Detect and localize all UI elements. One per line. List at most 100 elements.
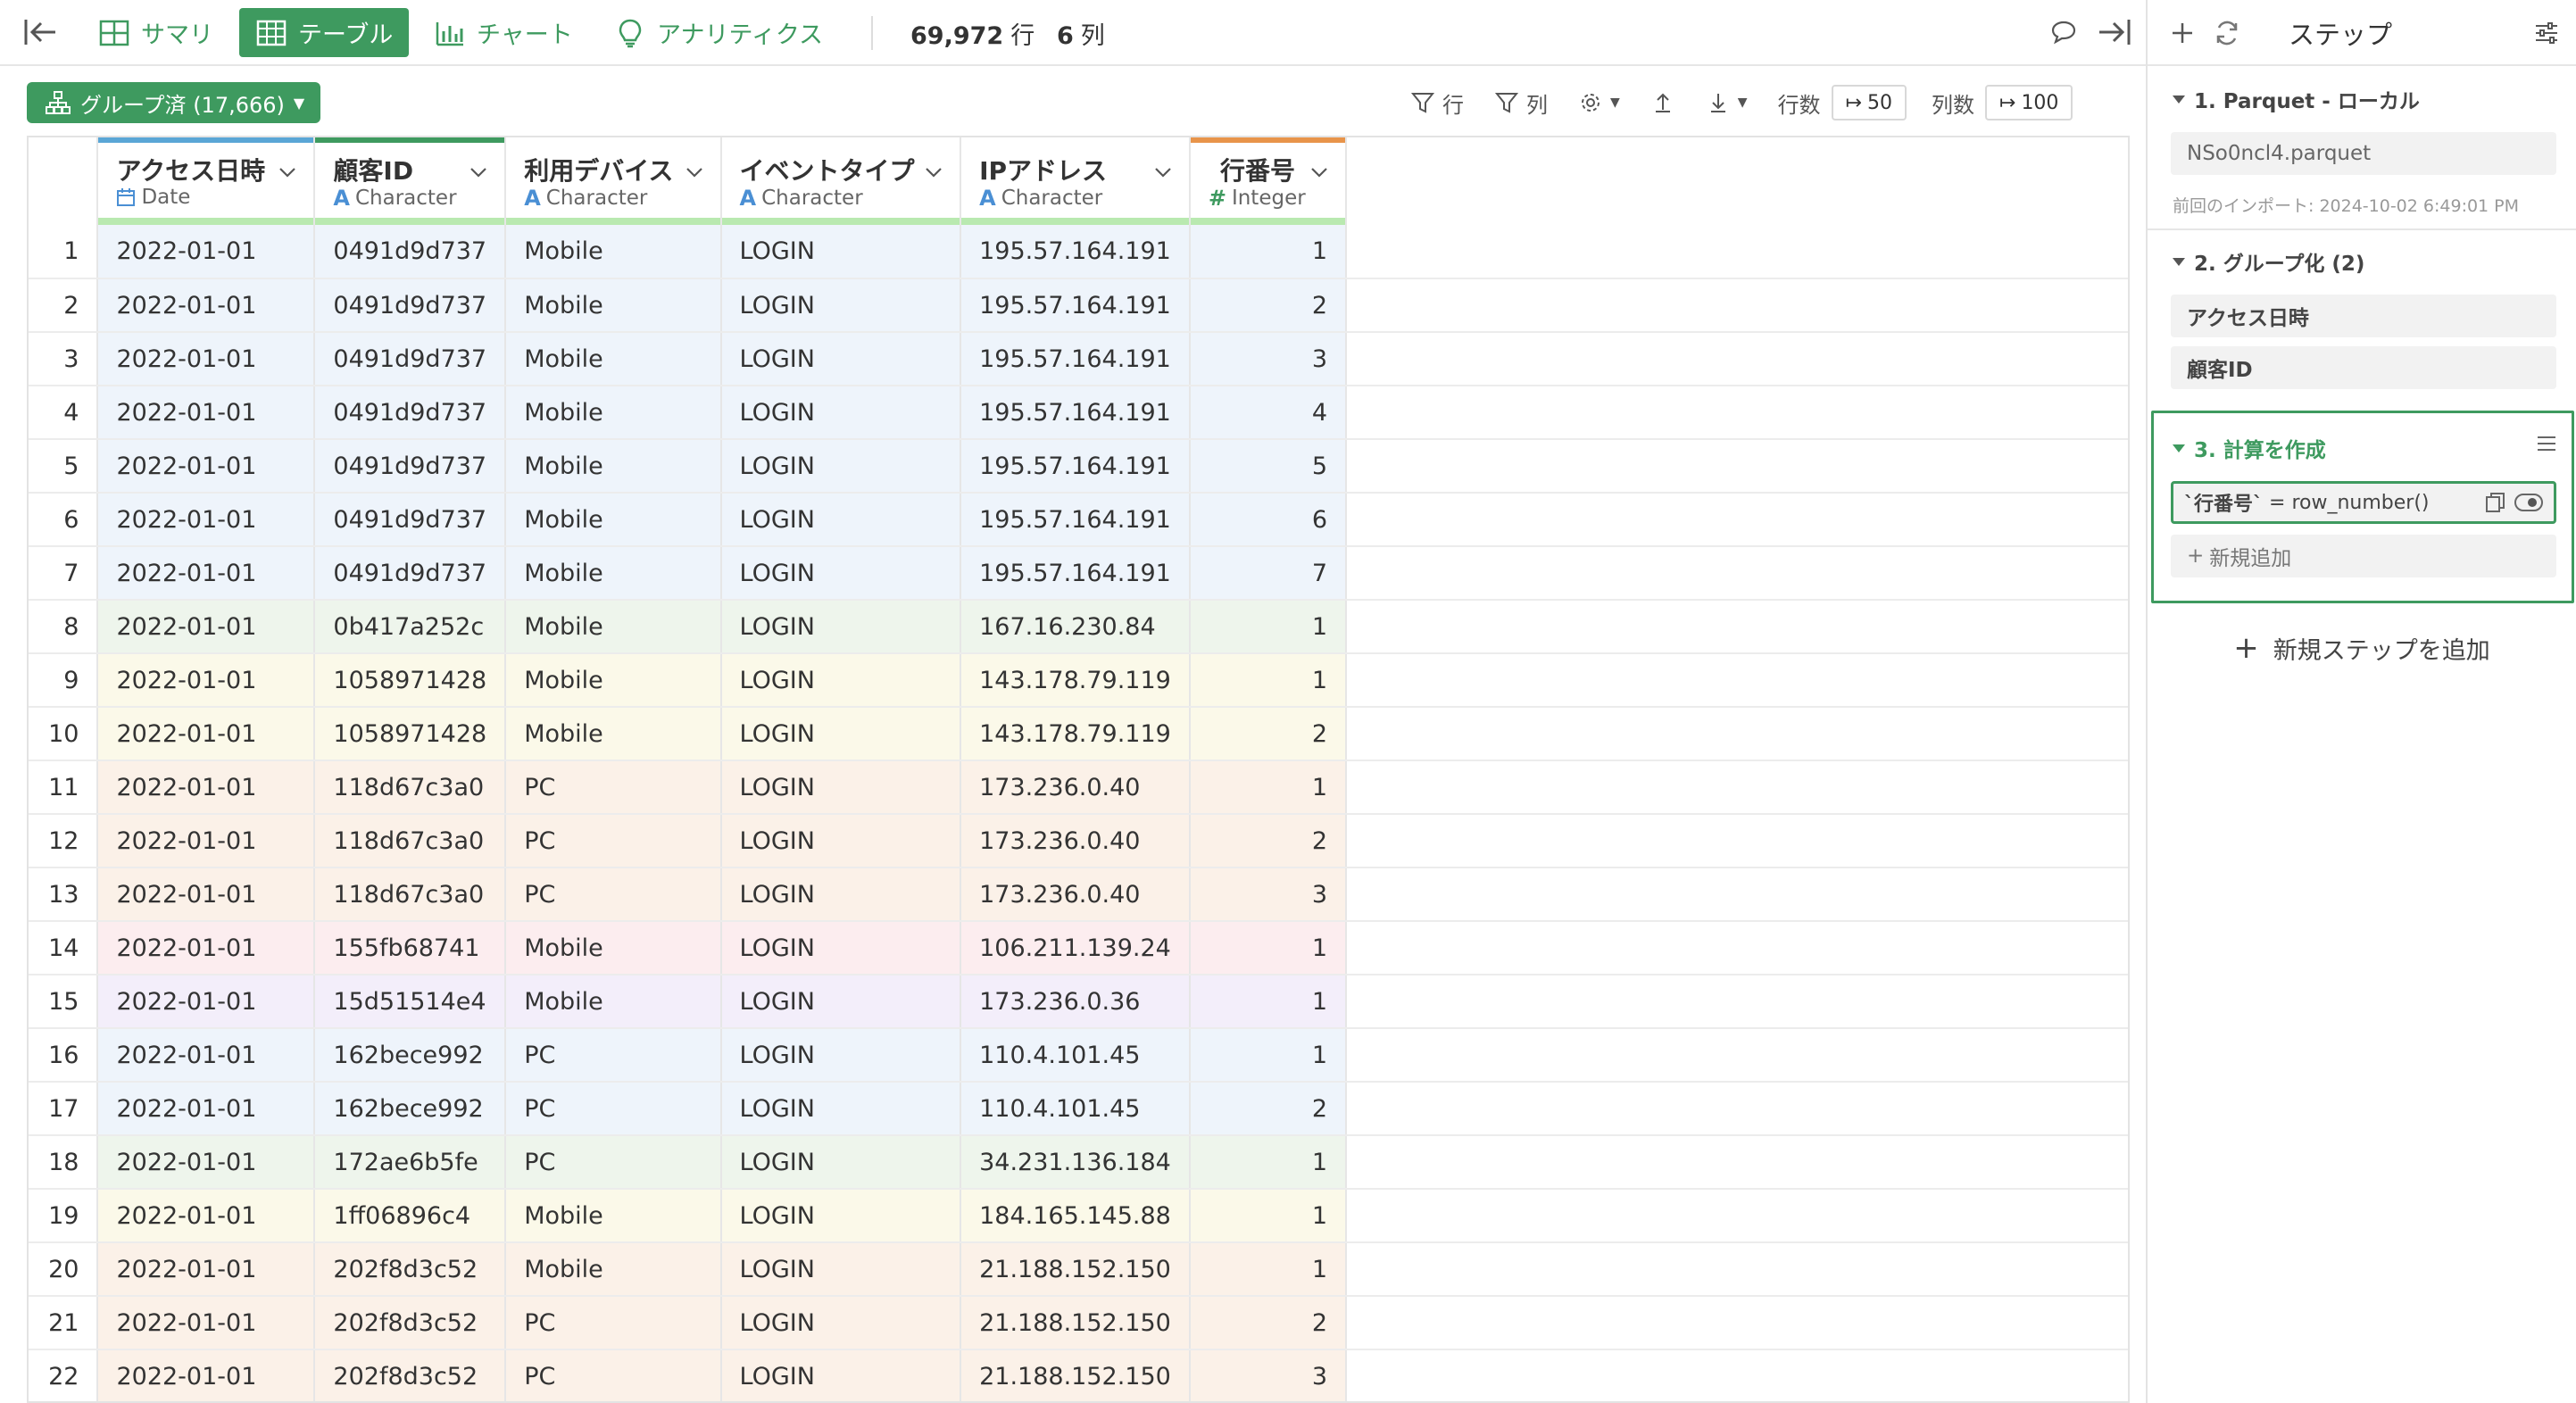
columns-limit-input[interactable]: ↦ 100 <box>1985 85 2073 120</box>
table-cell[interactable]: 21.188.152.150 <box>960 1242 1191 1297</box>
table-row[interactable]: 9 2022-01-01 1058971428 Mobile LOGIN 143.178.… <box>29 653 2128 708</box>
table-cell[interactable]: 2022-01-01 <box>97 1296 316 1350</box>
table-cell[interactable]: Mobile <box>505 1189 722 1243</box>
table-cell[interactable]: 2022-01-01 <box>97 332 316 386</box>
step-1-title[interactable]: 1. Parquet - ローカル <box>2173 84 2420 114</box>
comment-icon[interactable] <box>2046 14 2082 50</box>
table-cell[interactable]: 2022-01-01 <box>97 1028 316 1083</box>
table-cell[interactable]: 195.57.164.191 <box>960 386 1191 440</box>
table-cell[interactable]: LOGIN <box>720 1296 962 1350</box>
table-cell[interactable]: 1ff06896c4 <box>314 1189 507 1243</box>
table-cell[interactable]: Mobile <box>505 1242 722 1297</box>
table-row[interactable]: 14 2022-01-01 155fb68741 Mobile LOGIN 106.211… <box>29 921 2128 975</box>
chevron-down-icon[interactable] <box>1151 161 1175 184</box>
table-row[interactable]: 20 2022-01-01 202f8d3c52 Mobile LOGIN 21.188.… <box>29 1242 2128 1297</box>
table-cell[interactable]: 21.188.152.150 <box>960 1296 1191 1350</box>
grouped-button[interactable]: グループ済 (17,666) ▼ <box>27 82 321 123</box>
table-cell[interactable]: 2 <box>1189 814 1348 868</box>
table-cell[interactable]: 2022-01-01 <box>97 1242 316 1297</box>
chevron-down-icon[interactable] <box>922 161 945 184</box>
table-cell[interactable]: 2 <box>1189 1082 1348 1136</box>
table-cell[interactable]: 1 <box>1189 1189 1348 1243</box>
table-cell[interactable]: 6 <box>1189 493 1348 547</box>
menu-icon[interactable] <box>2536 433 2557 458</box>
table-cell[interactable]: 118d67c3a0 <box>314 868 507 922</box>
table-cell[interactable]: 1058971428 <box>314 707 507 761</box>
table-cell[interactable]: 143.178.79.119 <box>960 653 1191 708</box>
table-cell[interactable]: Mobile <box>505 332 722 386</box>
table-row[interactable]: 5 2022-01-01 0491d9d737 Mobile LOGIN 195.57.1… <box>29 439 2128 494</box>
table-cell[interactable]: 202f8d3c52 <box>314 1349 507 1401</box>
table-cell[interactable]: 155fb68741 <box>314 921 507 975</box>
tab-analytics[interactable]: アナリティクス <box>598 8 839 57</box>
table-cell[interactable]: 173.236.0.40 <box>960 760 1191 815</box>
table-cell[interactable]: 195.57.164.191 <box>960 332 1191 386</box>
table-cell[interactable]: 173.236.0.40 <box>960 868 1191 922</box>
table-cell[interactable]: LOGIN <box>720 225 962 279</box>
table-cell[interactable]: 1 <box>1189 921 1348 975</box>
table-cell[interactable]: 2022-01-01 <box>97 225 316 279</box>
table-cell[interactable]: 34.231.136.184 <box>960 1135 1191 1190</box>
table-cell[interactable]: 2022-01-01 <box>97 439 316 494</box>
table-cell[interactable]: 0491d9d737 <box>314 439 507 494</box>
table-cell[interactable]: 2022-01-01 <box>97 1082 316 1136</box>
table-cell[interactable]: 1 <box>1189 653 1348 708</box>
table-cell[interactable]: 2022-01-01 <box>97 600 316 654</box>
table-row[interactable]: 4 2022-01-01 0491d9d737 Mobile LOGIN 195.57.1… <box>29 386 2128 440</box>
table-cell[interactable]: 0491d9d737 <box>314 386 507 440</box>
filter-rows-button[interactable]: 行 <box>1410 87 1464 119</box>
column-header[interactable]: IPアドレス A Character <box>960 137 1191 225</box>
table-cell[interactable]: LOGIN <box>720 1189 962 1243</box>
toggle-eye-icon[interactable] <box>2514 492 2543 513</box>
table-cell[interactable]: Mobile <box>505 493 722 547</box>
table-cell[interactable]: Mobile <box>505 439 722 494</box>
table-cell[interactable]: PC <box>505 868 722 922</box>
step-3-title[interactable]: 3. 計算を作成 <box>2173 433 2326 463</box>
add-step-button[interactable]: + 新規ステップを追加 <box>2148 630 2576 666</box>
table-row[interactable]: 16 2022-01-01 162bece992 PC LOGIN 110.4.101.4… <box>29 1028 2128 1083</box>
table-cell[interactable]: Mobile <box>505 546 722 601</box>
table-row[interactable]: 18 2022-01-01 172ae6b5fe PC LOGIN 34.231.136.… <box>29 1135 2128 1190</box>
table-cell[interactable]: LOGIN <box>720 814 962 868</box>
step-2-item[interactable]: アクセス日時 <box>2171 295 2556 337</box>
table-cell[interactable]: Mobile <box>505 653 722 708</box>
table-cell[interactable]: 2022-01-01 <box>97 653 316 708</box>
table-cell[interactable]: PC <box>505 1135 722 1190</box>
table-cell[interactable]: 195.57.164.191 <box>960 546 1191 601</box>
step-2-title[interactable]: 2. グループ化 (2) <box>2173 246 2364 277</box>
column-header[interactable]: 行番号 # Integer <box>1189 137 1348 225</box>
table-cell[interactable]: LOGIN <box>720 439 962 494</box>
table-cell[interactable]: 2022-01-01 <box>97 278 316 333</box>
export-up-button[interactable] <box>1650 90 1675 115</box>
table-cell[interactable]: 1 <box>1189 225 1348 279</box>
table-cell[interactable]: PC <box>505 1028 722 1083</box>
table-cell[interactable]: 2022-01-01 <box>97 546 316 601</box>
table-row[interactable]: 7 2022-01-01 0491d9d737 Mobile LOGIN 195.57.1… <box>29 546 2128 601</box>
table-cell[interactable]: 2022-01-01 <box>97 1349 316 1401</box>
table-cell[interactable]: 0491d9d737 <box>314 493 507 547</box>
column-header[interactable]: 利用デバイス A Character <box>505 137 722 225</box>
table-cell[interactable]: 3 <box>1189 1349 1348 1401</box>
table-cell[interactable]: 162bece992 <box>314 1028 507 1083</box>
tab-chart[interactable]: チャート <box>418 8 589 57</box>
table-row[interactable]: 13 2022-01-01 118d67c3a0 PC LOGIN 173.236.0.4… <box>29 868 2128 922</box>
collapse-left-icon[interactable] <box>21 14 61 50</box>
table-cell[interactable]: 0491d9d737 <box>314 546 507 601</box>
filter-columns-button[interactable]: 列 <box>1494 87 1548 119</box>
table-cell[interactable]: LOGIN <box>720 653 962 708</box>
table-row[interactable]: 8 2022-01-01 0b417a252c Mobile LOGIN 167.16.2… <box>29 600 2128 654</box>
table-cell[interactable]: LOGIN <box>720 386 962 440</box>
table-row[interactable]: 3 2022-01-01 0491d9d737 Mobile LOGIN 195.57.1… <box>29 332 2128 386</box>
table-cell[interactable]: LOGIN <box>720 868 962 922</box>
table-cell[interactable]: 2022-01-01 <box>97 814 316 868</box>
table-cell[interactable]: LOGIN <box>720 546 962 601</box>
sliders-icon[interactable] <box>2530 16 2564 50</box>
table-cell[interactable]: 0491d9d737 <box>314 225 507 279</box>
table-cell[interactable]: 2022-01-01 <box>97 921 316 975</box>
table-cell[interactable]: PC <box>505 1349 722 1401</box>
table-cell[interactable]: 0491d9d737 <box>314 278 507 333</box>
table-cell[interactable]: LOGIN <box>720 1135 962 1190</box>
table-cell[interactable]: Mobile <box>505 600 722 654</box>
table-cell[interactable]: Mobile <box>505 921 722 975</box>
table-cell[interactable]: LOGIN <box>720 921 962 975</box>
